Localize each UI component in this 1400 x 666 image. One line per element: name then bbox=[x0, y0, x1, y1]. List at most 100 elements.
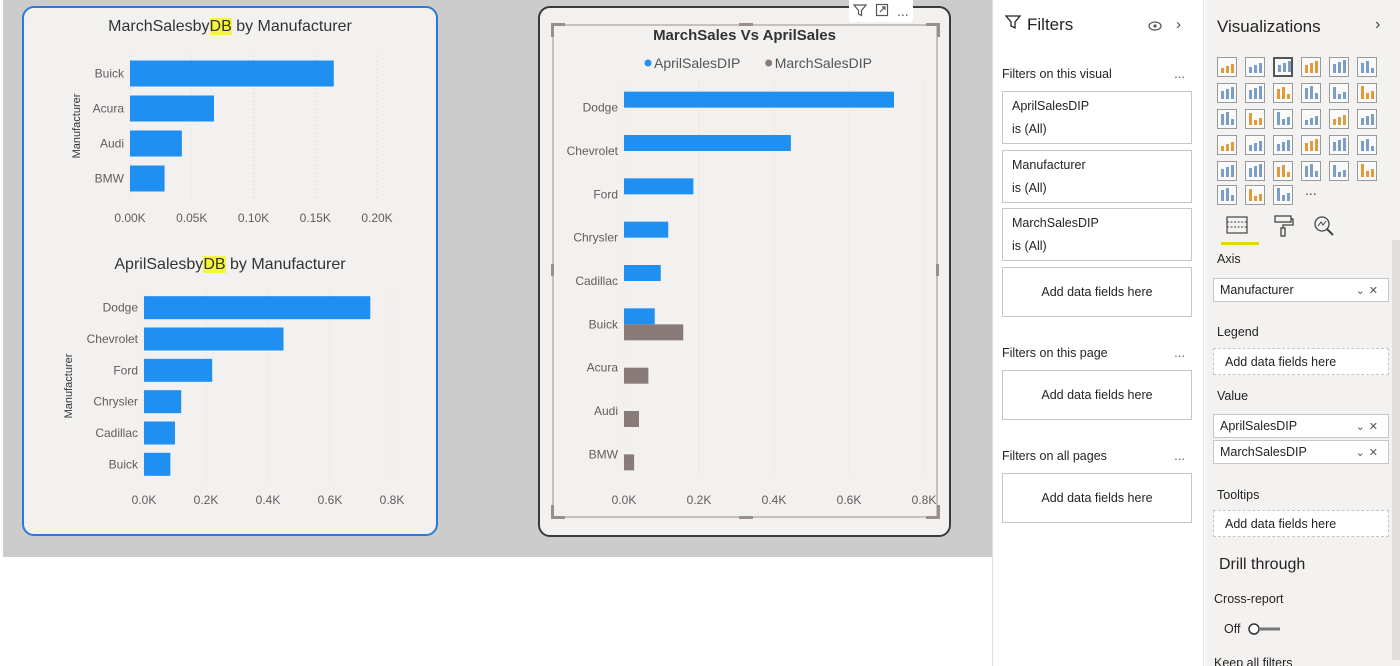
field-pill-chevron-close-icon[interactable]: ⌄✕ bbox=[1356, 420, 1382, 433]
more-visuals-icon[interactable]: ... bbox=[1305, 182, 1317, 198]
analytics-magnifier-icon[interactable] bbox=[1312, 214, 1336, 243]
visualizations-pane: Visualizations › ... Axis Manufacturer ⌄… bbox=[1205, 0, 1400, 666]
visual-type-icon[interactable] bbox=[1329, 109, 1349, 129]
visual-type-icon[interactable] bbox=[1329, 57, 1349, 77]
left-visual-card[interactable]: MarchSalesbyDB by Manufacturer 0.00K 0.05… bbox=[22, 6, 438, 536]
collapse-viz-chevron-icon[interactable]: › bbox=[1375, 16, 1380, 34]
right-visual-card[interactable]: MarchSales Vs AprilSales AprilSalesDIP Ma… bbox=[538, 6, 951, 537]
bar[interactable] bbox=[144, 452, 171, 476]
report-canvas: MarchSalesbyDB by Manufacturer 0.00K 0.05… bbox=[3, 0, 992, 557]
bar[interactable] bbox=[144, 296, 371, 320]
filter-card-aprilsalesdip[interactable]: AprilSalesDIP is (All) bbox=[1002, 91, 1192, 144]
value-field-pill-april[interactable]: AprilSalesDIP ⌄✕ bbox=[1213, 414, 1389, 438]
visual-type-icon[interactable] bbox=[1217, 161, 1237, 181]
x-tick-label: 0.4K bbox=[256, 493, 281, 507]
x-tick-label: 0.8K bbox=[380, 493, 405, 507]
visual-type-icon[interactable] bbox=[1273, 83, 1293, 103]
field-pill-chevron-close-icon[interactable]: ⌄✕ bbox=[1356, 446, 1382, 459]
filters-pane: Filters › Filters on this visual ... Apr… bbox=[992, 0, 1204, 666]
x-tick-label: 0.6K bbox=[318, 493, 343, 507]
visual-type-icon[interactable] bbox=[1245, 109, 1265, 129]
filter-state: is (All) bbox=[1012, 239, 1047, 253]
axis-field-name: Manufacturer bbox=[1220, 283, 1294, 297]
bar[interactable] bbox=[144, 390, 182, 414]
visual-type-icon[interactable] bbox=[1273, 109, 1293, 129]
visual-type-icon[interactable] bbox=[1217, 185, 1237, 205]
visual-type-icon[interactable] bbox=[1329, 135, 1349, 155]
value-well-label: Value bbox=[1217, 389, 1249, 403]
category-label: Chevrolet bbox=[87, 332, 139, 346]
funnel-icon bbox=[1004, 14, 1022, 35]
legend-drop-zone[interactable]: Add data fields here bbox=[1213, 348, 1389, 375]
visual-type-icon[interactable] bbox=[1217, 135, 1237, 155]
more-options-icon[interactable]: ... bbox=[897, 3, 909, 19]
bar[interactable] bbox=[144, 327, 284, 351]
visual-type-icon[interactable] bbox=[1357, 57, 1377, 77]
tooltips-drop-zone[interactable]: Add data fields here bbox=[1213, 510, 1389, 537]
filters-all-drop-zone[interactable]: Add data fields here bbox=[1002, 473, 1192, 523]
filters-all-pages-label: Filters on all pages bbox=[1002, 449, 1107, 463]
visual-type-icon[interactable] bbox=[1357, 161, 1377, 181]
axis-field-pill[interactable]: Manufacturer ⌄✕ bbox=[1213, 278, 1389, 302]
eye-icon[interactable] bbox=[1148, 19, 1162, 37]
visual-type-icon[interactable] bbox=[1273, 57, 1293, 77]
visual-type-icon[interactable] bbox=[1217, 109, 1237, 129]
visual-type-icon[interactable] bbox=[1273, 161, 1293, 181]
filter-card-manufacturer[interactable]: Manufacturer is (All) bbox=[1002, 150, 1192, 203]
focus-mode-icon[interactable] bbox=[875, 3, 889, 20]
bar[interactable] bbox=[144, 421, 175, 445]
bar[interactable] bbox=[144, 358, 213, 382]
visual-type-icon[interactable] bbox=[1357, 109, 1377, 129]
visual-type-icon[interactable] bbox=[1301, 109, 1321, 129]
visual-type-icon[interactable] bbox=[1273, 135, 1293, 155]
visual-type-icon[interactable] bbox=[1245, 135, 1265, 155]
keep-all-filters-label: Keep all filters bbox=[1214, 656, 1293, 666]
field-pill-chevron-close-icon[interactable]: ⌄✕ bbox=[1356, 284, 1382, 297]
visual-type-icon[interactable] bbox=[1329, 83, 1349, 103]
visual-type-icon[interactable] bbox=[1245, 185, 1265, 205]
visual-type-icon[interactable] bbox=[1357, 135, 1377, 155]
collapse-filters-chevron-icon[interactable]: › bbox=[1176, 16, 1181, 33]
filter-field-name: Manufacturer bbox=[1012, 158, 1086, 172]
fields-tab-icon[interactable] bbox=[1225, 214, 1249, 243]
funnel-icon[interactable] bbox=[852, 3, 868, 20]
visual-type-icon[interactable] bbox=[1301, 83, 1321, 103]
value-field-name: AprilSalesDIP bbox=[1220, 419, 1298, 433]
filter-field-name: AprilSalesDIP bbox=[1012, 99, 1090, 113]
filters-page-drop-zone[interactable]: Add data fields here bbox=[1002, 370, 1192, 420]
filter-field-name: MarchSalesDIP bbox=[1012, 216, 1099, 230]
drill-through-title: Drill through bbox=[1219, 556, 1306, 573]
format-paint-roller-icon[interactable] bbox=[1272, 214, 1296, 243]
april-sales-chart[interactable]: 0.0K 0.2K 0.4K 0.6K 0.8K Dodge Chevrolet Ford Ch… bbox=[24, 8, 440, 538]
filters-on-visual-more[interactable]: ... bbox=[1174, 66, 1185, 81]
viz-pane-scrollbar[interactable] bbox=[1392, 240, 1400, 660]
active-tab-underline bbox=[1221, 242, 1259, 245]
visual-type-icon[interactable] bbox=[1245, 57, 1265, 77]
filter-card-marchsalesdip[interactable]: MarchSalesDIP is (All) bbox=[1002, 208, 1192, 261]
cross-report-toggle[interactable] bbox=[1248, 622, 1282, 641]
visual-type-icon[interactable] bbox=[1273, 185, 1293, 205]
visual-type-icon[interactable] bbox=[1301, 161, 1321, 181]
filters-on-visual-label: Filters on this visual bbox=[1002, 67, 1112, 81]
visual-type-icon[interactable] bbox=[1217, 83, 1237, 103]
visual-type-icon[interactable] bbox=[1301, 135, 1321, 155]
x-tick-label: 0.0K bbox=[132, 493, 157, 507]
category-label: Chrysler bbox=[93, 395, 138, 409]
category-label: Ford bbox=[113, 363, 138, 377]
cross-report-toggle-label: Off bbox=[1224, 622, 1241, 636]
canvas-empty-area bbox=[0, 557, 992, 666]
filter-state: is (All) bbox=[1012, 122, 1047, 136]
x-tick-label: 0.2K bbox=[194, 493, 219, 507]
value-field-pill-march[interactable]: MarchSalesDIP ⌄✕ bbox=[1213, 440, 1389, 464]
filters-title: Filters bbox=[1027, 14, 1074, 34]
visual-type-icon[interactable] bbox=[1357, 83, 1377, 103]
filters-on-page-more[interactable]: ... bbox=[1174, 345, 1185, 360]
visual-type-icon[interactable] bbox=[1245, 161, 1265, 181]
visual-type-icon[interactable] bbox=[1301, 57, 1321, 77]
filters-visual-drop-zone[interactable]: Add data fields here bbox=[1002, 267, 1192, 317]
y-axis-label: Manufacturer bbox=[63, 353, 75, 418]
filters-all-pages-more[interactable]: ... bbox=[1174, 448, 1185, 463]
visual-type-icon[interactable] bbox=[1329, 161, 1349, 181]
visual-type-icon[interactable] bbox=[1217, 57, 1237, 77]
visual-type-icon[interactable] bbox=[1245, 83, 1265, 103]
